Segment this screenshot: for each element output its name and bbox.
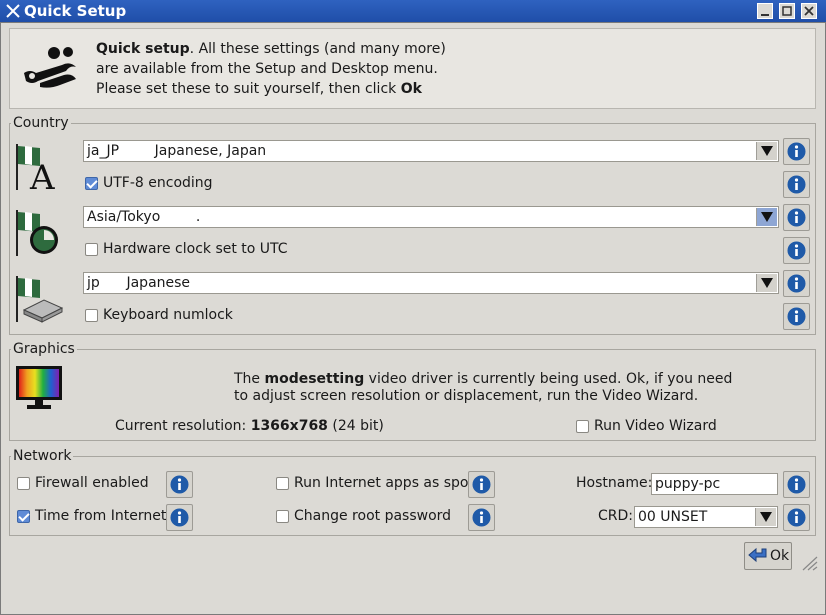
locale-info-button[interactable] bbox=[783, 138, 810, 165]
utf8-checkbox[interactable]: UTF-8 encoding bbox=[85, 175, 213, 191]
ok-label: Ok bbox=[770, 548, 790, 564]
header-line3: Please set these to suit yourself, then … bbox=[96, 81, 401, 97]
header-line2: are available from the Setup and Desktop… bbox=[96, 61, 438, 77]
spot-check-box[interactable] bbox=[276, 476, 289, 490]
root-password-info-button[interactable] bbox=[468, 504, 495, 531]
keyboard-dropdown-arrow-icon[interactable] bbox=[756, 274, 777, 292]
ok-button[interactable]: Ok bbox=[744, 542, 792, 570]
root-password-label: Change root password bbox=[294, 508, 452, 524]
flag-clock-icon bbox=[14, 208, 64, 262]
resolution-text: Current resolution: 1366x768 (24 bit) bbox=[115, 418, 384, 434]
numlock-label: Keyboard numlock bbox=[103, 307, 233, 323]
time-internet-info-button[interactable] bbox=[166, 504, 193, 531]
crd-info-button[interactable] bbox=[783, 504, 810, 531]
crd-label: CRD: bbox=[598, 508, 633, 524]
header-text: Quick setup. All these settings (and man… bbox=[96, 39, 446, 99]
hostname-input[interactable]: puppy-pc bbox=[651, 473, 778, 495]
resolution-value: 1366x768 bbox=[250, 418, 328, 434]
country-label: Country bbox=[11, 115, 71, 131]
ok-arrow-icon bbox=[748, 547, 767, 563]
svg-text:A: A bbox=[29, 158, 55, 192]
network-label: Network bbox=[11, 448, 74, 464]
firewall-checkbox[interactable]: Firewall enabled bbox=[17, 475, 149, 491]
hwclock-label: Hardware clock set to UTC bbox=[103, 241, 288, 257]
tools-icon bbox=[20, 43, 82, 97]
driver-text: The modesetting video driver is currentl… bbox=[234, 371, 732, 405]
timezone-value: Asia/Tokyo . bbox=[87, 209, 201, 225]
header-bold-lead: Quick setup bbox=[96, 41, 190, 57]
hwclock-checkbox[interactable]: Hardware clock set to UTC bbox=[85, 241, 288, 257]
keyboard-info-button[interactable] bbox=[783, 270, 810, 297]
video-wizard-checkbox[interactable]: Run Video Wizard bbox=[576, 418, 717, 434]
time-internet-label: Time from Internet bbox=[35, 508, 167, 524]
numlock-check-box[interactable] bbox=[85, 308, 98, 322]
time-internet-check-box[interactable] bbox=[17, 509, 30, 523]
maximize-button[interactable] bbox=[779, 3, 795, 19]
hwclock-info-button[interactable] bbox=[783, 237, 810, 264]
flag-keyboard-icon bbox=[14, 274, 64, 328]
header-line3-ok: Ok bbox=[400, 81, 422, 97]
crd-dropdown-arrow-icon[interactable] bbox=[755, 508, 776, 526]
firewall-check-box[interactable] bbox=[17, 476, 30, 490]
hwclock-check-box[interactable] bbox=[85, 242, 98, 256]
video-wizard-check-box[interactable] bbox=[576, 419, 589, 433]
hostname-value: puppy-pc bbox=[655, 476, 721, 492]
root-password-check-box[interactable] bbox=[276, 509, 289, 523]
locale-combo[interactable]: ja_JP Japanese, Japan bbox=[83, 140, 779, 162]
hostname-info-button[interactable] bbox=[783, 471, 810, 498]
keyboard-combo[interactable]: jp Japanese bbox=[83, 272, 779, 294]
utf8-label: UTF-8 encoding bbox=[103, 175, 213, 191]
header-line1: . All these settings (and many more) bbox=[189, 41, 446, 57]
video-wizard-label: Run Video Wizard bbox=[594, 418, 717, 434]
timezone-info-button[interactable] bbox=[783, 204, 810, 231]
utf8-check-box[interactable] bbox=[85, 176, 98, 190]
spot-label: Run Internet apps as spot bbox=[294, 475, 474, 491]
timezone-dropdown-arrow-icon[interactable] bbox=[756, 208, 777, 226]
utf8-info-button[interactable] bbox=[783, 171, 810, 198]
spot-checkbox[interactable]: Run Internet apps as spot bbox=[276, 475, 474, 491]
close-button[interactable] bbox=[801, 3, 817, 19]
numlock-info-button[interactable] bbox=[783, 303, 810, 330]
root-password-checkbox[interactable]: Change root password bbox=[276, 508, 451, 524]
resolution-depth: (24 bit) bbox=[327, 418, 384, 434]
numlock-checkbox[interactable]: Keyboard numlock bbox=[85, 307, 233, 323]
spot-info-button[interactable] bbox=[468, 471, 495, 498]
locale-value: ja_JP Japanese, Japan bbox=[87, 143, 267, 159]
crd-value: 00 UNSET bbox=[638, 509, 708, 525]
crd-combo[interactable]: 00 UNSET bbox=[634, 506, 778, 528]
flag-locale-icon: A bbox=[14, 142, 64, 198]
resolution-label: Current resolution: bbox=[115, 418, 251, 434]
firewall-label: Firewall enabled bbox=[35, 475, 149, 491]
driver-name: modesetting bbox=[264, 371, 365, 387]
driver-pre: The bbox=[234, 371, 265, 387]
window-title: Quick Setup bbox=[24, 2, 127, 20]
header-panel: Quick setup. All these settings (and man… bbox=[9, 28, 816, 109]
app-tools-icon bbox=[5, 3, 21, 19]
monitor-icon bbox=[15, 365, 63, 415]
resize-grip-icon[interactable] bbox=[801, 555, 819, 575]
keyboard-value: jp Japanese bbox=[87, 275, 191, 291]
minimize-button[interactable] bbox=[757, 3, 773, 19]
title-bar: Quick Setup bbox=[0, 0, 826, 22]
firewall-info-button[interactable] bbox=[166, 471, 193, 498]
timezone-combo[interactable]: Asia/Tokyo . bbox=[83, 206, 779, 228]
locale-dropdown-arrow-icon[interactable] bbox=[756, 142, 777, 160]
driver-post: video driver is currently being used. Ok… bbox=[364, 371, 733, 387]
hostname-label: Hostname: bbox=[576, 475, 653, 491]
graphics-label: Graphics bbox=[11, 341, 77, 357]
time-internet-checkbox[interactable]: Time from Internet bbox=[17, 508, 166, 524]
driver-line2: to adjust screen resolution or displacem… bbox=[234, 388, 699, 404]
